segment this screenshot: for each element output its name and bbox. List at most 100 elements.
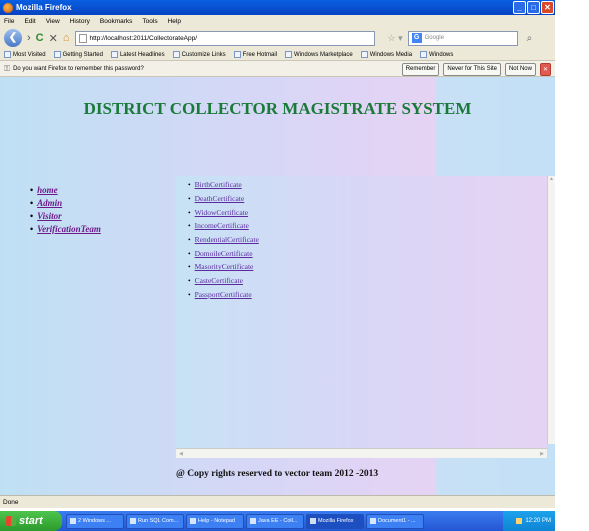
minimize-icon[interactable]: _: [513, 1, 526, 14]
page-icon: [78, 33, 87, 43]
verification-team-link[interactable]: VerificationTeam: [37, 224, 101, 234]
not-now-button[interactable]: Not Now: [504, 63, 536, 76]
bookmark-windows-marketplace[interactable]: Windows Marketplace: [285, 51, 353, 58]
bookmark-star-icon[interactable]: ☆ ▾: [388, 33, 403, 44]
maximize-icon[interactable]: □: [527, 1, 540, 14]
bookmark-icon: [233, 51, 241, 58]
home-icon[interactable]: ⌂: [63, 32, 70, 44]
list-item: RendentialCertificate: [188, 233, 259, 247]
close-icon[interactable]: ✕: [541, 1, 554, 14]
close-notification-icon[interactable]: ✕: [539, 63, 551, 76]
firefox-icon: [310, 518, 316, 524]
bookmark-windows[interactable]: Windows: [420, 51, 453, 58]
tray-icon[interactable]: [516, 518, 523, 524]
menu-bookmarks[interactable]: Bookmarks: [100, 18, 133, 25]
list-item: DeathCertificate: [188, 192, 259, 206]
list-item: IncomeCertificate: [188, 219, 259, 233]
caste-certificate-link[interactable]: CasteCertificate: [195, 276, 243, 285]
window-title: Mozilla Firefox: [16, 3, 72, 12]
bookmark-icon: [360, 51, 368, 58]
left-nav: home Admin Visitor VerificationTeam: [30, 185, 101, 237]
window-title-bar: Mozilla Firefox _ □ ✕: [0, 0, 555, 15]
taskbar-tasks: 2 Windows ... Run SQL Com... Help - Note…: [66, 513, 424, 529]
menu-history[interactable]: History: [70, 18, 90, 25]
birth-certificate-link[interactable]: BirthCertificate: [195, 180, 242, 189]
scroll-left-icon[interactable]: ◀: [179, 451, 183, 457]
admin-link[interactable]: Admin: [37, 198, 62, 208]
majority-certificate-link[interactable]: MasorityCertificate: [195, 262, 254, 271]
search-input[interactable]: G Google: [407, 30, 518, 46]
home-link[interactable]: home: [37, 185, 58, 195]
never-for-site-button[interactable]: Never for This Site: [443, 63, 501, 76]
menu-bar: File Edit View History Bookmarks Tools H…: [0, 15, 555, 27]
nav-item-admin: Admin: [30, 198, 101, 208]
sql-icon: [130, 518, 136, 524]
list-item: BirthCertificate: [188, 178, 259, 192]
notification-buttons: Remember Never for This Site Not Now ✕: [401, 63, 551, 76]
menu-edit[interactable]: Edit: [24, 18, 35, 25]
task-windows-explorer[interactable]: 2 Windows ...: [66, 513, 124, 529]
bookmark-windows-media[interactable]: Windows Media: [360, 51, 412, 58]
scroll-right-icon[interactable]: ▶: [540, 451, 544, 457]
list-item: WidowCertificate: [188, 205, 259, 219]
menu-file[interactable]: File: [4, 18, 14, 25]
remember-button[interactable]: Remember: [401, 63, 440, 76]
menu-view[interactable]: View: [46, 18, 60, 25]
task-java-ee[interactable]: Java EE - Coll...: [246, 513, 304, 529]
menu-tools[interactable]: Tools: [142, 18, 157, 25]
bookmark-most-visited[interactable]: Most Visited: [4, 51, 46, 58]
bookmark-customize-links[interactable]: Customize Links: [172, 51, 226, 58]
task-document1[interactable]: Document1 - ...: [366, 513, 424, 529]
folder-icon: [70, 518, 76, 524]
list-item: DomoileCertificate: [188, 246, 259, 260]
vertical-scrollbar[interactable]: ▲: [547, 176, 555, 444]
bookmark-getting-started[interactable]: Getting Started: [53, 51, 103, 58]
death-certificate-link[interactable]: DeathCertificate: [195, 194, 245, 203]
bookmark-free-hotmail[interactable]: Free Hotmail: [233, 51, 277, 58]
bookmarks-toolbar: Most Visited Getting Started Latest Head…: [0, 49, 555, 61]
certificate-list: BirthCertificate DeathCertificate WidowC…: [188, 178, 259, 301]
bookmark-icon: [420, 51, 428, 58]
task-notepad[interactable]: Help - Notepad: [186, 513, 244, 529]
start-button[interactable]: start: [0, 511, 62, 531]
bookmark-icon: [53, 51, 61, 58]
google-icon: G: [411, 33, 422, 43]
list-item: MasorityCertificate: [188, 260, 259, 274]
navigation-toolbar: ❮ › C ✕ ⌂ http://localhost:2011/Collecto…: [0, 27, 555, 49]
menu-help[interactable]: Help: [168, 18, 181, 25]
eclipse-icon: [250, 518, 256, 524]
horizontal-scrollbar[interactable]: ◀ ▶: [176, 448, 547, 458]
list-item: PassportCertificate: [188, 288, 259, 302]
nav-item-verification: VerificationTeam: [30, 224, 101, 234]
page-content: DISTRICT COLLECTOR MAGISTRATE SYSTEM hom…: [0, 77, 555, 495]
bookmark-latest-headlines[interactable]: Latest Headlines: [110, 51, 165, 58]
bookmark-icon: [172, 51, 180, 58]
nav-item-home: home: [30, 185, 101, 195]
system-tray: 12:20 PM: [503, 511, 555, 531]
start-label: start: [19, 515, 43, 527]
password-notification-bar: ⚿ Do you want Firefox to remember this p…: [0, 61, 555, 77]
firefox-icon: [3, 2, 13, 13]
certificate-frame: BirthCertificate DeathCertificate WidowC…: [176, 176, 555, 458]
window-controls: _ □ ✕: [513, 1, 554, 14]
rss-icon: [110, 51, 118, 58]
reload-icon[interactable]: C: [36, 32, 44, 44]
scroll-up-icon[interactable]: ▲: [548, 176, 555, 182]
widow-certificate-link[interactable]: WidowCertificate: [195, 208, 248, 217]
search-icon[interactable]: ⌕: [527, 33, 533, 44]
income-certificate-link[interactable]: IncomeCertificate: [195, 221, 249, 230]
stop-icon[interactable]: ✕: [49, 32, 58, 45]
windows-taskbar: start 2 Windows ... Run SQL Com... Help …: [0, 511, 555, 531]
url-bar[interactable]: http://localhost:2011/CollectorateApp/: [74, 30, 375, 46]
task-mozilla-firefox[interactable]: Mozilla Firefox: [306, 513, 364, 529]
visitor-link[interactable]: Visitor: [37, 211, 62, 221]
forward-button[interactable]: ›: [27, 32, 31, 44]
passport-certificate-link[interactable]: PassportCertificate: [195, 290, 252, 299]
word-icon: [370, 518, 376, 524]
back-button[interactable]: ❮: [4, 29, 22, 47]
residential-certificate-link[interactable]: RendentialCertificate: [195, 235, 259, 244]
windows-logo-icon: [6, 516, 16, 526]
domicile-certificate-link[interactable]: DomoileCertificate: [195, 249, 253, 258]
url-text: http://localhost:2011/CollectorateApp/: [89, 34, 198, 42]
task-run-sql[interactable]: Run SQL Com...: [126, 513, 184, 529]
